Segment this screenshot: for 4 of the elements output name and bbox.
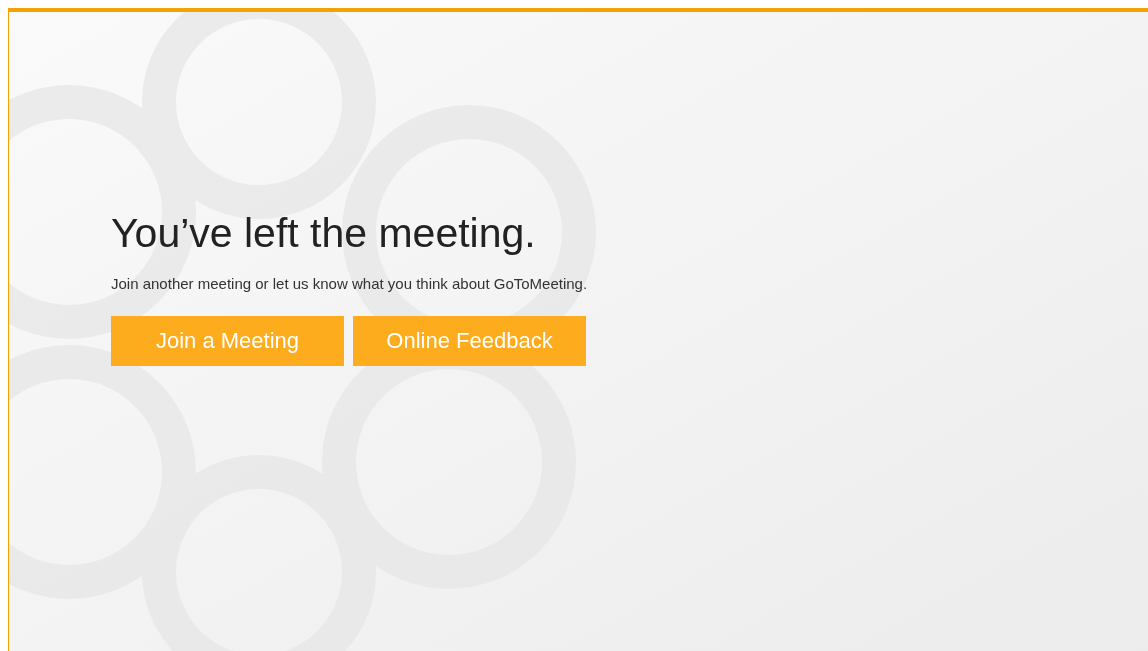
heading: You’ve left the meeting. — [111, 209, 536, 258]
action-button[interactable]: Online Feedback — [353, 315, 586, 366]
action-button[interactable]: Join a Meeting — [111, 315, 344, 366]
message: Join another meeting or let us know what you think about GoToMeeting. — [111, 274, 588, 295]
